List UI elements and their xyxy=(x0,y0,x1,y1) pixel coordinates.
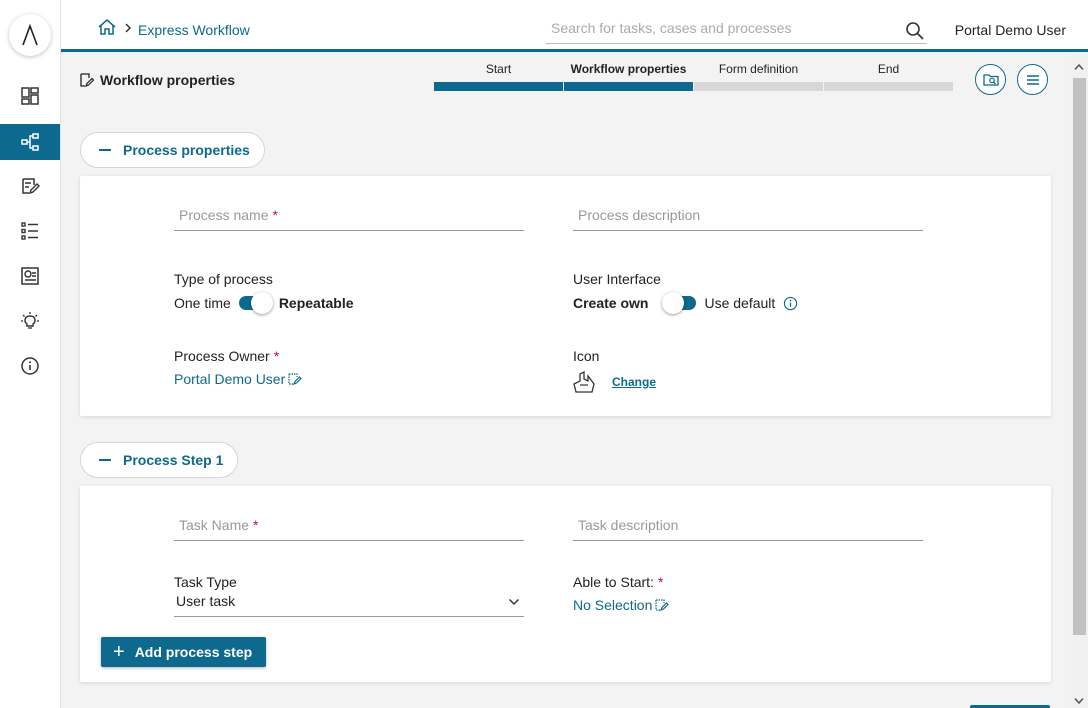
tasks-icon xyxy=(22,178,40,195)
sidebar-item-statistics[interactable] xyxy=(0,258,60,294)
step-label: Workflow properties xyxy=(570,62,687,76)
add-process-step-label: Add process step xyxy=(134,644,253,660)
breadcrumb-express-workflow[interactable]: Express Workflow xyxy=(138,22,250,38)
option-repeatable[interactable]: Repeatable xyxy=(279,295,354,311)
collapse-minus-icon xyxy=(99,149,111,151)
process-properties-card: Process name * Process description Type o… xyxy=(80,176,1051,416)
step-label: Form definition xyxy=(718,62,799,76)
step-end[interactable]: End xyxy=(824,62,953,91)
sidebar-item-processes[interactable] xyxy=(0,124,60,160)
type-of-process-switch[interactable] xyxy=(238,292,273,314)
user-interface-label: User Interface xyxy=(573,271,661,287)
process-icon-preview xyxy=(573,370,595,393)
plus-icon: + xyxy=(113,641,125,663)
sidebar-item-tasks[interactable] xyxy=(0,168,60,204)
type-of-process-label: Type of process xyxy=(174,271,273,287)
able-to-start-link[interactable]: No Selection xyxy=(573,597,670,613)
collapse-minus-icon xyxy=(99,459,111,461)
task-description-input[interactable] xyxy=(578,517,908,533)
step-workflow-properties[interactable]: Workflow properties xyxy=(564,62,693,91)
home-icon[interactable] xyxy=(97,18,117,36)
sidebar-item-info[interactable] xyxy=(0,348,60,384)
able-to-start-value: No Selection xyxy=(573,597,653,613)
vertical-scrollbar[interactable] xyxy=(1071,55,1088,708)
list-icon xyxy=(21,222,38,240)
option-one-time[interactable]: One time xyxy=(174,295,231,311)
sidebar-item-cases[interactable] xyxy=(0,213,60,249)
info-icon xyxy=(21,357,39,375)
icon-label: Icon xyxy=(573,348,600,364)
switch-knob xyxy=(250,292,273,314)
process-owner-value: Portal Demo User xyxy=(174,371,286,387)
task-type-select[interactable]: User task xyxy=(174,591,524,617)
user-menu[interactable]: Portal Demo User xyxy=(955,22,1066,38)
switch-knob xyxy=(662,292,685,314)
sidebar xyxy=(0,0,61,708)
search-input[interactable] xyxy=(551,20,891,36)
able-to-start-label: Able to Start: * xyxy=(573,574,664,590)
open-workflow-button[interactable] xyxy=(975,64,1006,95)
user-interface-switch[interactable] xyxy=(662,292,697,314)
sidebar-item-ideas[interactable] xyxy=(0,303,60,339)
scroll-up-icon[interactable] xyxy=(1074,63,1084,71)
change-icon-link[interactable]: Change xyxy=(612,375,656,389)
folder-search-icon xyxy=(982,73,999,86)
option-use-default[interactable]: Use default xyxy=(704,295,775,311)
edit-document-icon xyxy=(80,73,94,87)
global-search xyxy=(546,16,927,44)
task-type-label: Task Type xyxy=(174,574,237,590)
search-icon[interactable] xyxy=(905,21,925,41)
task-description-field[interactable]: Task description xyxy=(573,515,923,541)
chevron-right-icon xyxy=(125,23,132,33)
page-title-text: Workflow properties xyxy=(100,72,236,88)
lightbulb-icon xyxy=(21,312,39,329)
edit-selection-icon xyxy=(655,599,670,612)
user-interface-toggle-row: Create own Use default xyxy=(573,292,798,314)
task-name-input[interactable] xyxy=(179,517,509,533)
section-title: Process Step 1 xyxy=(123,452,224,468)
section-title: Process properties xyxy=(123,142,250,158)
hamburger-menu-icon xyxy=(1026,74,1039,85)
process-step-card: Task Name * Task description Task Type Us… xyxy=(80,486,1051,682)
type-of-process-toggle-row: One time Repeatable xyxy=(174,292,354,314)
sidebar-item-dashboard[interactable] xyxy=(0,78,60,114)
chevron-down-icon xyxy=(508,598,520,606)
app-logo[interactable] xyxy=(9,14,51,56)
step-form-definition[interactable]: Form definition xyxy=(694,62,823,91)
main-content: Workflow properties Start Workflow prope… xyxy=(61,55,1071,708)
step-progress-bar xyxy=(824,82,953,91)
scrollbar-thumb[interactable] xyxy=(1073,78,1086,635)
statistics-icon xyxy=(21,267,39,285)
option-create-own[interactable]: Create own xyxy=(573,295,648,311)
process-owner-label: Process Owner * xyxy=(174,348,280,364)
dashboard-icon xyxy=(21,87,39,105)
top-header: Express Workflow Portal Demo User xyxy=(61,0,1088,52)
step-progress-bar xyxy=(434,82,563,91)
process-name-field[interactable]: Process name * xyxy=(174,205,524,231)
task-name-field[interactable]: Task Name * xyxy=(174,515,524,541)
page-title: Workflow properties xyxy=(80,72,235,88)
step-progress-bar xyxy=(694,82,823,91)
scroll-down-icon[interactable] xyxy=(1074,697,1084,705)
step-progress-bar xyxy=(564,82,693,91)
process-name-input[interactable] xyxy=(179,207,509,223)
process-flow-icon xyxy=(21,133,39,151)
step-label: End xyxy=(877,62,900,76)
step-label: Start xyxy=(485,62,512,76)
logo-icon xyxy=(22,24,38,46)
process-description-field[interactable]: Process description xyxy=(573,205,923,231)
task-type-value: User task xyxy=(176,593,236,609)
info-icon[interactable] xyxy=(783,296,798,311)
process-step-1-toggle[interactable]: Process Step 1 xyxy=(80,442,239,478)
edit-selection-icon xyxy=(288,373,303,386)
process-description-input[interactable] xyxy=(578,207,908,223)
process-properties-toggle[interactable]: Process properties xyxy=(80,132,265,168)
add-process-step-button[interactable]: + Add process step xyxy=(101,637,267,667)
step-start[interactable]: Start xyxy=(434,62,563,91)
menu-button[interactable] xyxy=(1017,64,1048,95)
process-owner-link[interactable]: Portal Demo User xyxy=(174,371,303,387)
